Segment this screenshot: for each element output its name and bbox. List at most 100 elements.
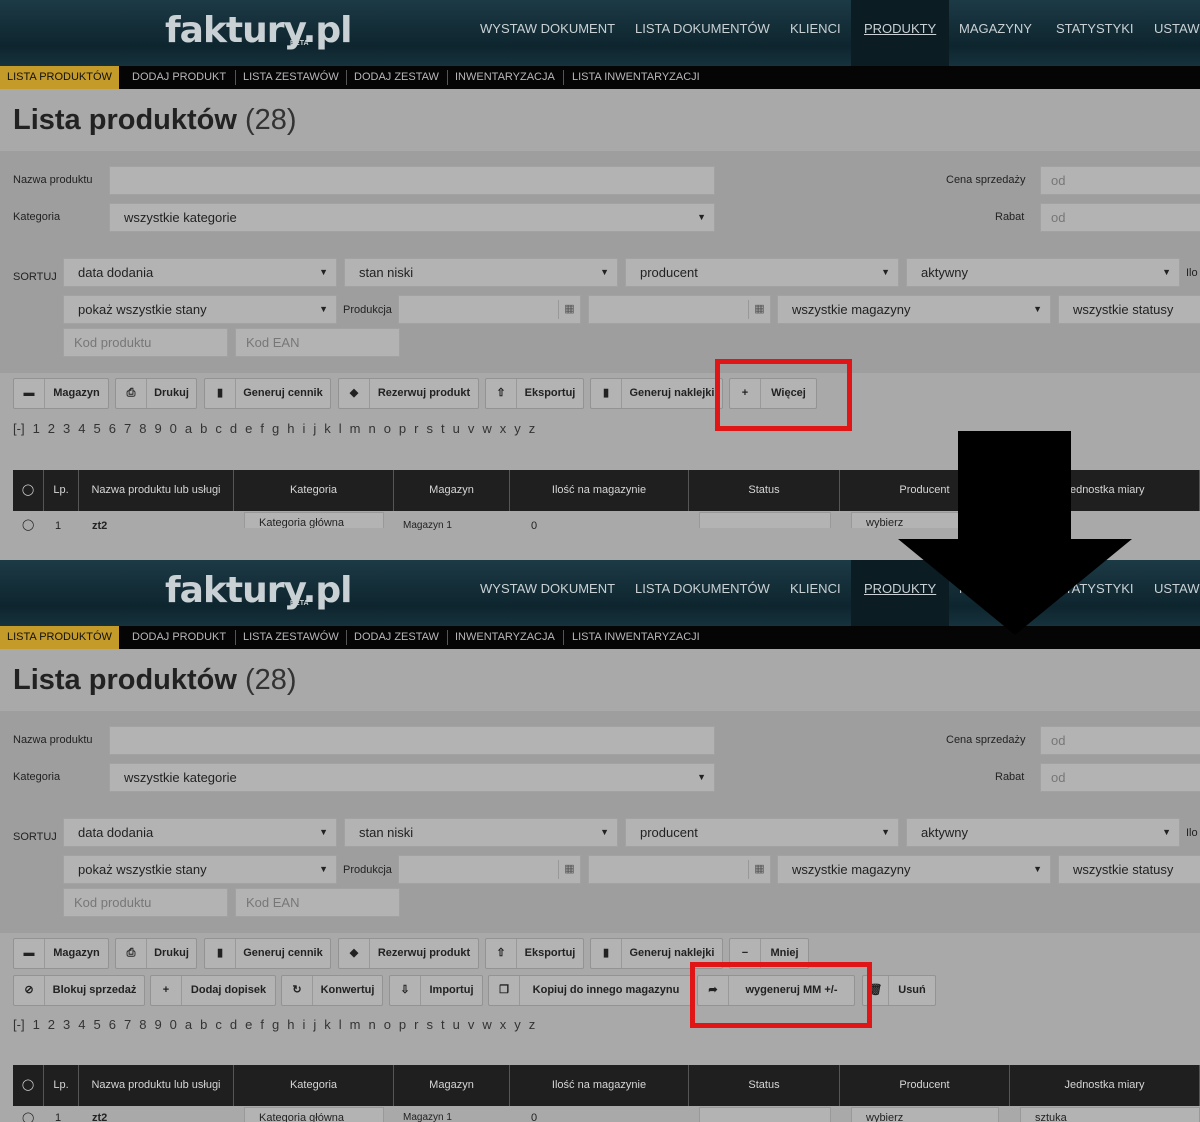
alphabet-letter[interactable]: 8 <box>139 421 146 436</box>
ean-code-input[interactable]: Kod EAN <box>235 888 400 917</box>
states-select[interactable]: pokaż wszystkie stany ▼ <box>63 295 337 324</box>
alphabet-letter[interactable]: w <box>482 421 491 436</box>
product-name-input[interactable] <box>109 726 715 755</box>
nav-statystyki[interactable]: STATYSTYKI <box>1056 0 1134 66</box>
alphabet-letter[interactable]: h <box>287 1017 294 1032</box>
alphabet-letter[interactable]: a <box>185 421 192 436</box>
alphabet-letter[interactable]: y <box>514 1017 521 1032</box>
col-name[interactable]: Nazwa produktu lub usługi <box>79 470 234 511</box>
alphabet-letter[interactable]: 3 <box>63 421 70 436</box>
block-sale-button[interactable]: ⊘ Blokuj sprzedaż <box>13 975 145 1006</box>
select-all-icon[interactable]: ◯ <box>13 470 44 511</box>
category-select[interactable]: wszystkie kategorie ▼ <box>109 763 715 792</box>
subnav-inwentaryzacja[interactable]: INWENTARYZACJA <box>455 66 555 89</box>
alphabet-letter[interactable]: i <box>302 421 305 436</box>
alphabet-letter[interactable]: b <box>200 421 207 436</box>
alphabet-letter[interactable]: k <box>324 1017 331 1032</box>
alphabet-letter[interactable]: u <box>453 1017 460 1032</box>
alphabet-letter[interactable]: e <box>245 421 252 436</box>
row-category-select[interactable]: Kategoria główna <box>244 512 384 528</box>
col-lp[interactable]: Lp. <box>44 1065 79 1106</box>
alphabet-letter[interactable]: 3 <box>63 1017 70 1032</box>
col-name[interactable]: Nazwa produktu lub usługi <box>79 1065 234 1106</box>
alphabet-letter[interactable]: 6 <box>109 421 116 436</box>
warehouse-button[interactable]: ▬ Magazyn <box>13 938 109 969</box>
ean-code-input[interactable]: Kod EAN <box>235 328 400 357</box>
alphabet-letter[interactable]: 0 <box>170 1017 177 1032</box>
alphabet-letter[interactable]: [-] <box>13 1017 25 1032</box>
alphabet-letter[interactable]: o <box>384 421 391 436</box>
row-status-select[interactable] <box>699 1107 831 1122</box>
alphabet-letter[interactable]: t <box>441 1017 445 1032</box>
alphabet-letter[interactable]: m <box>350 1017 361 1032</box>
nav-lista-dokumentow[interactable]: LISTA DOKUMENTÓW <box>635 560 770 626</box>
nav-wystaw-dokument[interactable]: WYSTAW DOKUMENT <box>480 0 615 66</box>
alphabet-letter[interactable]: y <box>514 421 521 436</box>
row-category-select[interactable]: Kategoria główna <box>244 1107 384 1122</box>
print-button[interactable]: ⎙ Drukuj <box>115 378 197 409</box>
col-warehouse[interactable]: Magazyn <box>394 1065 510 1106</box>
statuses-select[interactable]: wszystkie statusy <box>1058 855 1200 884</box>
col-lp[interactable]: Lp. <box>44 470 79 511</box>
nav-produkty[interactable]: PRODUKTY <box>851 0 950 66</box>
alphabet-letter[interactable]: 4 <box>78 421 85 436</box>
alphabet-letter[interactable]: j <box>313 421 316 436</box>
product-name-input[interactable] <box>109 166 715 195</box>
alphabet-letter[interactable]: v <box>468 421 475 436</box>
states-select[interactable]: pokaż wszystkie stany ▼ <box>63 855 337 884</box>
alphabet-letter[interactable]: l <box>339 1017 342 1032</box>
alphabet-letter[interactable]: w <box>482 1017 491 1032</box>
alphabet-letter[interactable]: 7 <box>124 1017 131 1032</box>
subnav-lista-inwentaryzacji[interactable]: LISTA INWENTARYZACJI <box>572 626 700 649</box>
warehouse-button[interactable]: ▬ Magazyn <box>13 378 109 409</box>
subnav-dodaj-zestaw[interactable]: DODAJ ZESTAW <box>354 626 439 649</box>
alphabet-letter[interactable]: z <box>529 421 536 436</box>
alphabet-letter[interactable]: 2 <box>48 1017 55 1032</box>
nav-ustawienia[interactable]: USTAWI <box>1154 0 1200 66</box>
statuses-select[interactable]: wszystkie statusy <box>1058 295 1200 324</box>
alphabet-letter[interactable]: l <box>339 421 342 436</box>
alphabet-letter[interactable]: n <box>368 421 375 436</box>
alphabet-letter[interactable]: x <box>500 1017 507 1032</box>
subnav-lista-inwentaryzacji[interactable]: LISTA INWENTARYZACJI <box>572 66 700 89</box>
active-select[interactable]: aktywny ▼ <box>906 818 1180 847</box>
col-warehouse[interactable]: Magazyn <box>394 470 510 511</box>
col-status[interactable]: Status <box>689 470 840 511</box>
alphabet-letter[interactable]: [-] <box>13 421 25 436</box>
alphabet-letter[interactable]: m <box>350 421 361 436</box>
alphabet-letter[interactable]: s <box>427 1017 434 1032</box>
alphabet-letter[interactable]: 0 <box>170 421 177 436</box>
alphabet-letter[interactable]: z <box>529 1017 536 1032</box>
row-unit-select[interactable]: sztuka <box>1020 1107 1200 1122</box>
select-all-icon[interactable]: ◯ <box>13 1065 44 1106</box>
reserve-product-button[interactable]: ◆ Rezerwuj produkt <box>338 378 479 409</box>
col-category[interactable]: Kategoria <box>234 470 394 511</box>
nav-klienci[interactable]: KLIENCI <box>790 560 841 626</box>
alphabet-letter[interactable]: a <box>185 1017 192 1032</box>
subnav-dodaj-zestaw[interactable]: DODAJ ZESTAW <box>354 66 439 89</box>
add-note-button[interactable]: + Dodaj dopisek <box>150 975 276 1006</box>
row-name[interactable]: zt2 <box>92 1112 107 1122</box>
alphabet-letter[interactable]: x <box>500 421 507 436</box>
nav-ustawienia[interactable]: USTAWI <box>1154 560 1200 626</box>
alphabet-letter[interactable]: 5 <box>94 1017 101 1032</box>
producer-select[interactable]: producent ▼ <box>625 258 899 287</box>
sort-select[interactable]: data dodania ▼ <box>63 258 337 287</box>
discount-from-input[interactable]: od <box>1040 763 1200 792</box>
col-quantity[interactable]: Ilość na magazynie <box>510 1065 689 1106</box>
alphabet-letter[interactable]: c <box>215 421 222 436</box>
alphabet-letter[interactable]: d <box>230 421 237 436</box>
row-radio[interactable]: ◯ <box>22 518 36 534</box>
alphabet-letter[interactable]: 9 <box>154 1017 161 1032</box>
subnav-lista-produktow[interactable]: LISTA PRODUKTÓW <box>0 66 119 89</box>
alphabet-letter[interactable]: h <box>287 421 294 436</box>
alphabet-letter[interactable]: 8 <box>139 1017 146 1032</box>
subnav-inwentaryzacja[interactable]: INWENTARYZACJA <box>455 626 555 649</box>
nav-klienci[interactable]: KLIENCI <box>790 0 841 66</box>
alphabet-letter[interactable]: r <box>414 1017 418 1032</box>
active-select[interactable]: aktywny ▼ <box>906 258 1180 287</box>
alphabet-letter[interactable]: o <box>384 1017 391 1032</box>
alphabet-letter[interactable]: g <box>272 421 279 436</box>
price-from-input[interactable]: od <box>1040 166 1200 195</box>
col-status[interactable]: Status <box>689 1065 840 1106</box>
